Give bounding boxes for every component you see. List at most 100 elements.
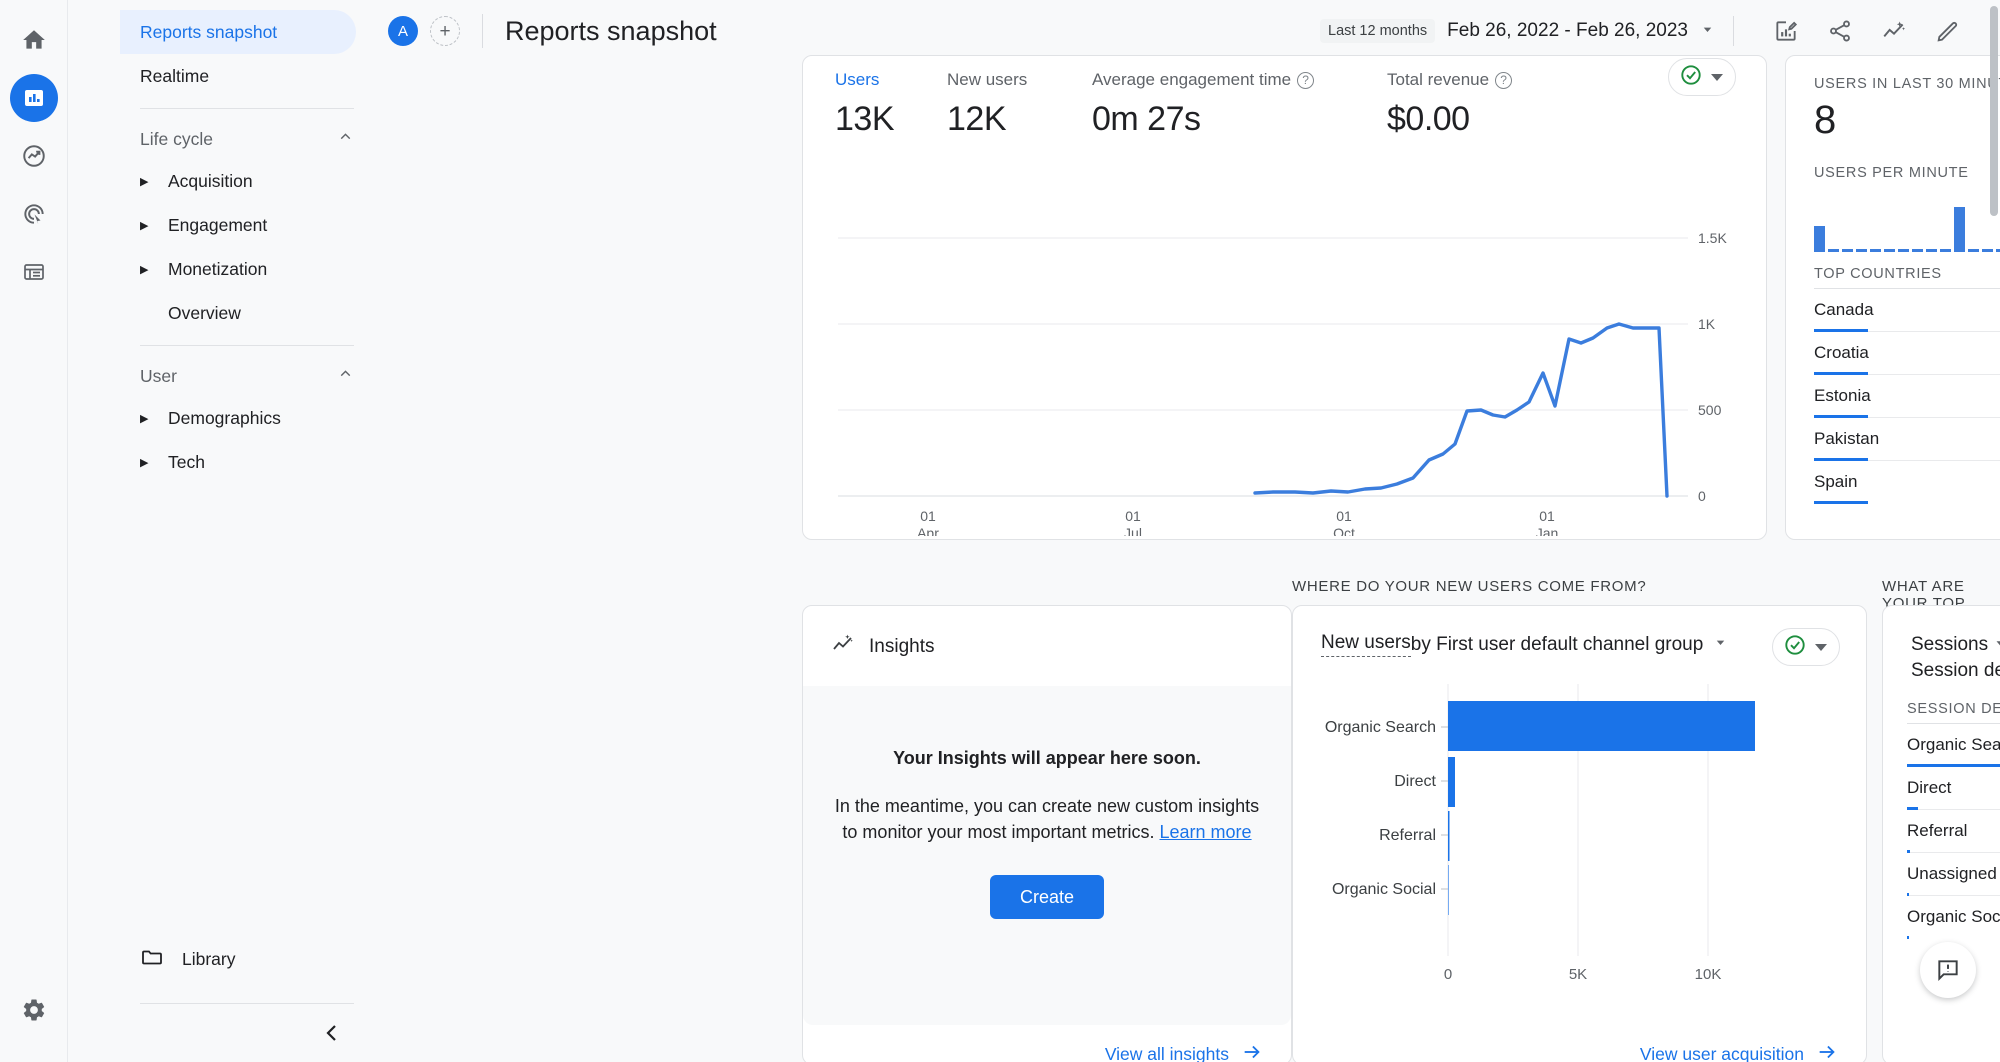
table-row[interactable]: Estonia 1	[1814, 375, 2000, 418]
chevron-down-icon[interactable]	[1711, 74, 1723, 81]
sidebar-item-monetization[interactable]: ▶ Monetization	[140, 247, 370, 291]
settings-gear-icon[interactable]	[10, 986, 58, 1034]
sidebar-item-engagement[interactable]: ▶ Engagement	[140, 203, 370, 247]
help-icon[interactable]: ?	[1297, 72, 1314, 89]
sidebar-item-reports-snapshot[interactable]: Reports snapshot	[120, 10, 356, 54]
table-row[interactable]: Croatia 1	[1814, 332, 2000, 375]
table-row[interactable]: Direct 440	[1907, 767, 2000, 810]
users-per-minute-chart	[1786, 181, 2000, 262]
campaigns-metric-selector[interactable]: Sessions	[1911, 634, 1988, 655]
new-users-card: New users by First user default channel …	[1292, 605, 1867, 1062]
explore-icon[interactable]	[10, 132, 58, 180]
view-realtime-link[interactable]: View realtime	[1786, 503, 2000, 550]
view-all-insights-link[interactable]: View all insights	[1105, 1041, 1263, 1062]
users-last-30-min-label: USERS IN LAST 30 MINUTES	[1814, 76, 2000, 92]
bar-referral	[1448, 811, 1450, 861]
sidebar-item-library[interactable]: Library	[140, 945, 236, 974]
metric-new-users[interactable]: New users 12K	[947, 70, 1092, 139]
sidebar-divider-3	[140, 1003, 354, 1004]
send-feedback-button[interactable]	[1920, 942, 1976, 998]
bar-3	[1842, 249, 1853, 252]
metric-total-revenue[interactable]: Total revenue? $0.00	[1387, 70, 1522, 139]
configure-icon[interactable]	[10, 248, 58, 296]
data-quality-status-pill[interactable]	[1668, 58, 1736, 96]
country-name: Estonia	[1814, 386, 1871, 406]
table-row[interactable]: Pakistan 1	[1814, 418, 2000, 461]
xtick-apr-month: Apr	[917, 525, 939, 536]
bar-11	[1954, 207, 1965, 252]
country-name: Canada	[1814, 300, 1874, 320]
metric-value: 0m 27s	[1092, 100, 1377, 139]
sidebar-group-label: Life cycle	[140, 129, 213, 150]
google-analytics-app: Reports snapshot Realtime Life cycle ▶ A…	[0, 0, 2000, 1062]
country-name: Pakistan	[1814, 429, 1879, 449]
table-row[interactable]: Referral 107	[1907, 810, 2000, 853]
scrollbar-thumb[interactable]	[1990, 6, 1998, 216]
metric-value: $0.00	[1387, 100, 1512, 139]
campaigns-dimension-selector[interactable]: Session default c…	[1911, 660, 2000, 681]
sidebar-group-life-cycle[interactable]: Life cycle	[140, 119, 354, 159]
ytick-0: 0	[1698, 488, 1706, 504]
help-icon[interactable]: ?	[1495, 72, 1512, 89]
avatar[interactable]: A	[388, 16, 418, 46]
sidebar-group-user[interactable]: User	[140, 356, 354, 396]
campaign-name: Organic Search	[1907, 735, 2000, 755]
learn-more-link[interactable]: Learn more	[1160, 822, 1252, 842]
sidebar-item-acquisition[interactable]: ▶ Acquisition	[140, 159, 370, 203]
table-row[interactable]: Canada 1	[1814, 289, 2000, 332]
new-users-bar-chart-svg: Organic Search Direct Referral Organic S…	[1293, 674, 1868, 1004]
metric-avg-engagement-time[interactable]: Average engagement time? 0m 27s	[1092, 70, 1387, 139]
realtime-header: USERS IN LAST 30 MINUTES 8 USERS PER MIN…	[1786, 56, 2000, 181]
advertising-icon[interactable]	[10, 190, 58, 238]
sidebar-item-overview[interactable]: Overview	[140, 291, 370, 335]
avatar-initial: A	[398, 23, 408, 40]
page-scrollbar[interactable]	[1990, 2, 1999, 1060]
chevron-down-icon[interactable]	[1700, 22, 1715, 40]
edit-pencil-icon[interactable]	[1926, 9, 1970, 53]
users-per-minute-label: USERS PER MINUTE	[1814, 165, 2000, 181]
campaign-name: Organic Social	[1907, 907, 2000, 927]
collapse-sidebar-button[interactable]	[320, 1021, 344, 1050]
realtime-card: USERS IN LAST 30 MINUTES 8 USERS PER MIN…	[1785, 55, 2000, 540]
chevron-down-icon[interactable]	[1713, 634, 1728, 656]
topbar-divider-2	[1733, 16, 1734, 46]
add-comparison-button[interactable]: +	[430, 16, 460, 46]
insights-edit-icon[interactable]	[1764, 9, 1808, 53]
insights-empty-state: Your Insights will appear here soon. In …	[803, 686, 1291, 1025]
sidebar-item-label: Reports snapshot	[140, 22, 277, 43]
chevron-right-icon: ▶	[140, 263, 168, 276]
share-icon[interactable]	[1818, 9, 1862, 53]
top-countries-table: TOP COUNTRIES USERS Canada 1 Croatia 1 E…	[1786, 266, 2000, 503]
metric-users[interactable]: Users 13K	[835, 70, 947, 139]
table-row[interactable]: Organic Search 16K	[1907, 724, 2000, 767]
country-name: Spain	[1814, 472, 1857, 492]
compare-icon[interactable]	[1872, 9, 1916, 53]
campaigns-table: SESSION DEFAULT … SESSIONS Organic Searc…	[1883, 701, 2000, 938]
table-row[interactable]: Unassigned 61	[1907, 853, 2000, 896]
bar-9	[1926, 249, 1937, 252]
xtick-0: 0	[1444, 966, 1452, 983]
date-range-chip: Last 12 months	[1320, 19, 1435, 43]
table-row[interactable]: Spain 1	[1814, 461, 2000, 503]
sidebar-item-tech[interactable]: ▶ Tech	[140, 440, 370, 484]
chevron-down-icon[interactable]	[1815, 644, 1827, 651]
arrow-right-icon	[1241, 1041, 1263, 1062]
ytick-500: 500	[1698, 402, 1722, 418]
reports-icon[interactable]	[10, 74, 58, 122]
sidebar-item-label: Library	[182, 949, 236, 970]
sidebar-item-realtime[interactable]: Realtime	[120, 54, 356, 98]
chevron-right-icon: ▶	[140, 412, 168, 425]
create-insight-button[interactable]: Create	[990, 875, 1104, 919]
new-users-metric-selector[interactable]: New users	[1321, 632, 1411, 657]
sidebar-item-demographics[interactable]: ▶ Demographics	[140, 396, 370, 440]
sidebar-item-label: Engagement	[168, 215, 267, 236]
new-users-status-pill[interactable]	[1772, 628, 1840, 666]
table-header: TOP COUNTRIES USERS	[1814, 266, 2000, 289]
view-user-acquisition-link[interactable]: View user acquisition	[1640, 1041, 1838, 1062]
home-icon[interactable]	[10, 16, 58, 64]
date-range-picker[interactable]: Feb 26, 2022 - Feb 26, 2023	[1447, 20, 1688, 42]
col-top-countries: TOP COUNTRIES	[1814, 266, 1942, 282]
cat-referral: Referral	[1379, 827, 1436, 844]
users-overview-card: Users 13K New users 12K Average engageme…	[802, 55, 1767, 540]
table-row[interactable]: Organic Social 10	[1907, 896, 2000, 938]
